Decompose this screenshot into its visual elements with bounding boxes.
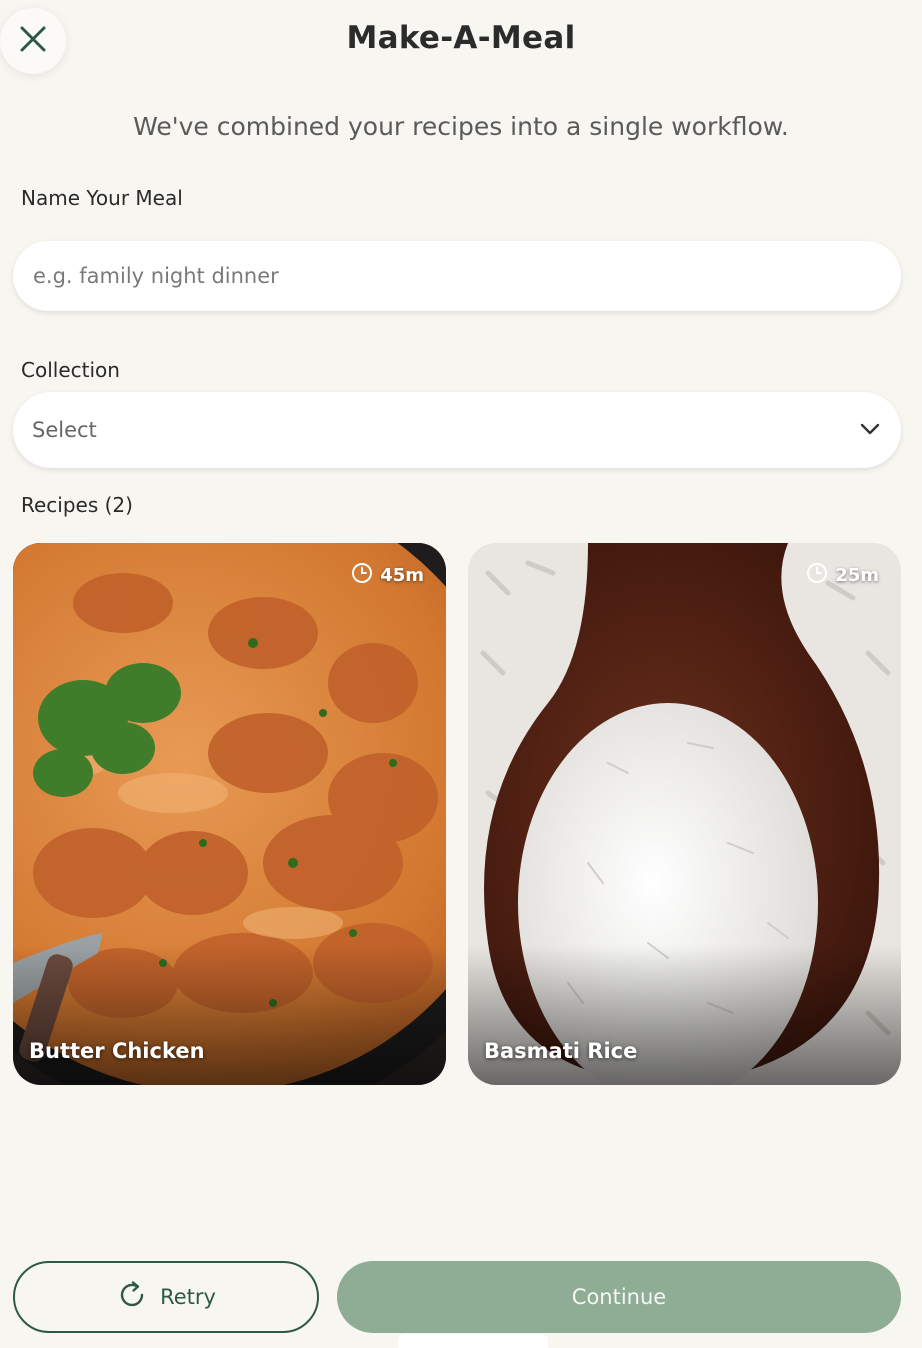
page-subtitle: We've combined your recipes into a singl…	[133, 112, 789, 141]
collection-select[interactable]: Select	[13, 392, 901, 468]
continue-button[interactable]: Continue	[337, 1261, 901, 1333]
retry-label: Retry	[160, 1285, 216, 1309]
meal-name-label: Name Your Meal	[21, 186, 183, 210]
recipe-time-badge: 25m	[806, 562, 879, 589]
continue-label: Continue	[571, 1285, 667, 1309]
meal-name-input[interactable]	[13, 241, 901, 311]
collection-label: Collection	[21, 358, 120, 382]
recipe-title: Butter Chicken	[29, 1039, 205, 1063]
recipe-time-badge: 45m	[351, 562, 424, 589]
clock-icon	[351, 562, 373, 589]
page-title: Make-A-Meal	[346, 20, 576, 56]
refresh-icon	[116, 1279, 148, 1315]
chevron-down-icon	[859, 421, 881, 440]
collection-select-value: Select	[32, 418, 97, 442]
recipe-card-basmati-rice[interactable]: 25m Basmati Rice	[468, 543, 901, 1085]
recipes-heading: Recipes (2)	[21, 493, 133, 517]
recipe-time: 25m	[835, 565, 879, 586]
recipe-title: Basmati Rice	[484, 1039, 638, 1063]
recipe-time: 45m	[380, 565, 424, 586]
recipe-card-butter-chicken[interactable]: 45m Butter Chicken	[13, 543, 446, 1085]
retry-button[interactable]: Retry	[13, 1261, 319, 1333]
clock-icon	[806, 562, 828, 589]
